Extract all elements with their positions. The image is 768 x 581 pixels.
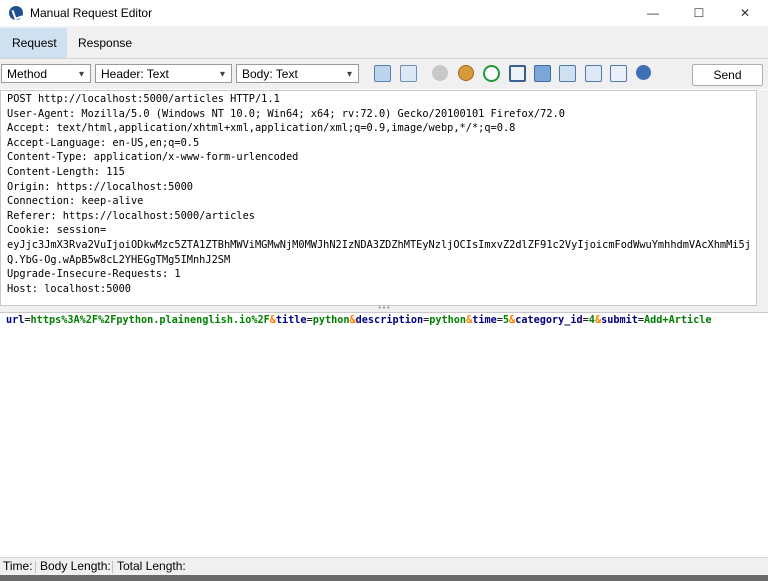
param-key: description	[355, 315, 424, 326]
chat-icon[interactable]	[534, 65, 551, 82]
method-dropdown[interactable]: Method ▾	[1, 64, 91, 83]
send-button[interactable]: Send	[692, 64, 763, 86]
tab-bar: Request Response	[0, 26, 768, 59]
request-header-editor[interactable]: POST http://localhost:5000/articles HTTP…	[0, 90, 757, 306]
header-line: Cookie: session=	[7, 224, 107, 237]
maximize-icon: ☐	[693, 6, 705, 20]
param-value: Add+Article	[644, 315, 712, 326]
status-separator	[112, 561, 113, 573]
vertical-scrollbar[interactable]	[757, 90, 768, 306]
body-view-label: Body: Text	[242, 67, 298, 81]
split-horizontal-icon[interactable]	[374, 65, 391, 82]
total-length-label: Total Length:	[117, 559, 186, 573]
header-line: User-Agent: Mozilla/5.0 (Windows NT 10.0…	[7, 107, 565, 120]
header-line: Connection: keep-alive	[7, 195, 144, 208]
request-body-editor[interactable]: url=https%3A%2F%2Fpython.plainenglish.io…	[0, 312, 768, 556]
header-line: Host: localhost:5000	[7, 282, 131, 295]
method-dropdown-label: Method	[7, 67, 48, 81]
chevron-down-icon: ▾	[346, 69, 352, 80]
time-label: Time:	[3, 559, 33, 573]
fullscreen-icon[interactable]	[509, 65, 526, 82]
title-bar: Manual Request Editor — ☐ ✕	[0, 0, 768, 26]
param-key: category_id	[515, 315, 583, 326]
close-button[interactable]: ✕	[722, 0, 768, 26]
window-bottom-edge	[0, 575, 768, 581]
body-view-dropdown[interactable]: Body: Text ▾	[236, 64, 359, 83]
chevron-down-icon: ▾	[78, 69, 84, 80]
refresh-icon[interactable]	[483, 65, 500, 82]
maximize-button[interactable]: ☐	[676, 0, 722, 26]
chevron-down-icon: ▾	[219, 69, 225, 80]
header-view-dropdown[interactable]: Header: Text ▾	[95, 64, 232, 83]
header-view-label: Header: Text	[101, 67, 169, 81]
header-line: Accept: text/html,application/xhtml+xml,…	[7, 122, 516, 135]
record-icon[interactable]	[432, 65, 448, 81]
param-value: python	[312, 315, 350, 326]
body-length-label: Body Length:	[40, 559, 111, 573]
header-line: Content-Length: 115	[7, 165, 125, 178]
cookie-icon[interactable]	[458, 65, 474, 81]
header-line: Referer: https://localhost:5000/articles	[7, 209, 255, 222]
header-line: eyJjc3JmX3Rva2VuIjoiODkwMzc5ZTA1ZTBhMWVi…	[7, 238, 751, 251]
param-key: submit	[601, 315, 638, 326]
header-line: Upgrade-Insecure-Requests: 1	[7, 268, 181, 281]
tab-request[interactable]: Request	[0, 28, 67, 58]
param-key: url	[6, 315, 25, 326]
header-line: Q.YbG-Og.wApB5w8cL2YHEGgTMg5IMnhJ2SM	[7, 253, 231, 266]
param-key: time	[472, 315, 497, 326]
header-line: POST http://localhost:5000/articles HTTP…	[7, 93, 280, 105]
status-separator	[35, 561, 36, 573]
header-line: Origin: https://localhost:5000	[7, 180, 193, 193]
toolbar: Method ▾ Header: Text ▾ Body: Text ▾ Sen…	[0, 59, 768, 89]
minimize-button[interactable]: —	[630, 0, 676, 26]
param-value: https%3A%2F%2Fpython.plainenglish.io%2F	[30, 315, 270, 326]
table-view-icon[interactable]	[610, 65, 627, 82]
panel-icon[interactable]	[559, 65, 576, 82]
minimize-icon: —	[647, 6, 659, 20]
tab-response[interactable]: Response	[66, 28, 144, 58]
close-icon: ✕	[739, 6, 751, 20]
status-bar: Time: Body Length: Total Length:	[0, 557, 768, 576]
help-icon[interactable]	[636, 65, 651, 80]
window-title: Manual Request Editor	[30, 6, 153, 20]
split-vertical-icon[interactable]	[400, 65, 417, 82]
param-key: title	[275, 315, 307, 326]
app-logo-icon	[9, 6, 23, 20]
list-view-icon[interactable]	[585, 65, 602, 82]
param-value: python	[429, 315, 467, 326]
header-line: Content-Type: application/x-www-form-url…	[7, 151, 299, 164]
header-line: Accept-Language: en-US,en;q=0.5	[7, 136, 200, 149]
